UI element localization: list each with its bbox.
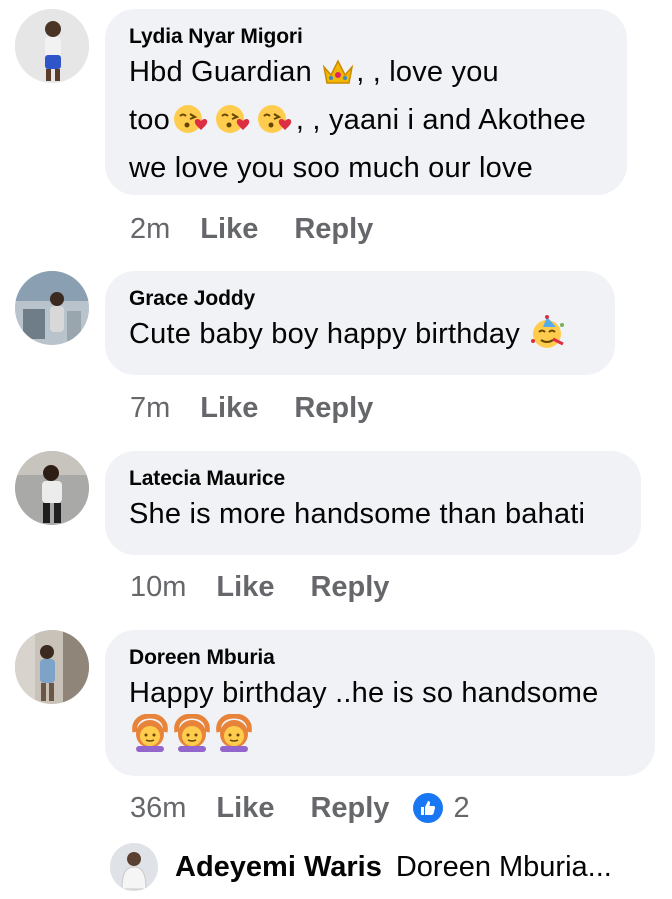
- like-button[interactable]: Like: [216, 789, 274, 827]
- comment-bubble: Doreen Mburia Happy birthday ..he is so …: [105, 630, 655, 776]
- comment-actions: 36m Like Reply 2: [130, 789, 470, 827]
- kissing-heart-icon: [255, 103, 295, 147]
- like-icon: [413, 793, 444, 823]
- kissing-heart-icon: [213, 103, 253, 147]
- comment-actions: 7m Like Reply: [130, 389, 409, 427]
- like-button[interactable]: Like: [200, 210, 258, 248]
- reply-button[interactable]: Reply: [310, 568, 389, 606]
- crown-icon: [321, 57, 355, 99]
- comment-time[interactable]: 7m: [130, 389, 170, 427]
- comment-time[interactable]: 10m: [130, 568, 186, 606]
- raising-hands-woman-icon: [214, 713, 254, 764]
- comment-text: Happy birthday ..he is so handsome: [129, 672, 631, 764]
- comment-actions: 2m Like Reply: [130, 210, 409, 248]
- raising-hands-woman-icon: [172, 713, 212, 764]
- avatar[interactable]: [15, 630, 89, 704]
- like-button[interactable]: Like: [200, 389, 258, 427]
- reply-author[interactable]: Adeyemi Waris: [175, 851, 382, 884]
- comment-text: Hbd Guardian , , love you too, , yaani i…: [129, 56, 586, 184]
- comment-author[interactable]: Grace Joddy: [129, 285, 591, 313]
- comment-bubble: Grace Joddy Cute baby boy happy birthday: [105, 271, 615, 375]
- reaction-summary[interactable]: 2: [413, 789, 470, 827]
- comment-text: She is more handsome than bahati: [129, 498, 586, 530]
- comment-bubble: Latecia Maurice She is more handsome tha…: [105, 451, 641, 555]
- comment-author[interactable]: Doreen Mburia: [129, 644, 631, 672]
- comment-bubble: Lydia Nyar Migori Hbd Guardian , , love …: [105, 9, 627, 195]
- avatar[interactable]: [15, 271, 89, 345]
- avatar[interactable]: [15, 9, 89, 83]
- reply-button[interactable]: Reply: [310, 789, 389, 827]
- comment-actions: 10m Like Reply: [130, 568, 425, 606]
- partying-face-icon: [529, 315, 567, 361]
- reply-button[interactable]: Reply: [294, 389, 373, 427]
- raising-hands-woman-icon: [130, 713, 170, 764]
- reply-button[interactable]: Reply: [294, 210, 373, 248]
- comment-author[interactable]: Lydia Nyar Migori: [129, 23, 603, 51]
- kissing-heart-icon: [171, 103, 211, 147]
- comment-time[interactable]: 2m: [130, 210, 170, 248]
- reply-text: Doreen Mburia...: [395, 850, 612, 883]
- avatar[interactable]: [110, 843, 158, 891]
- reaction-count: 2: [453, 792, 470, 824]
- comment-time[interactable]: 36m: [130, 789, 186, 827]
- like-button[interactable]: Like: [216, 568, 274, 606]
- comment-author[interactable]: Latecia Maurice: [129, 465, 617, 493]
- comment-text: Cute baby boy happy birthday: [129, 313, 591, 361]
- avatar[interactable]: [15, 451, 89, 525]
- reply-preview[interactable]: Adeyemi Waris Doreen Mburia...: [110, 843, 612, 891]
